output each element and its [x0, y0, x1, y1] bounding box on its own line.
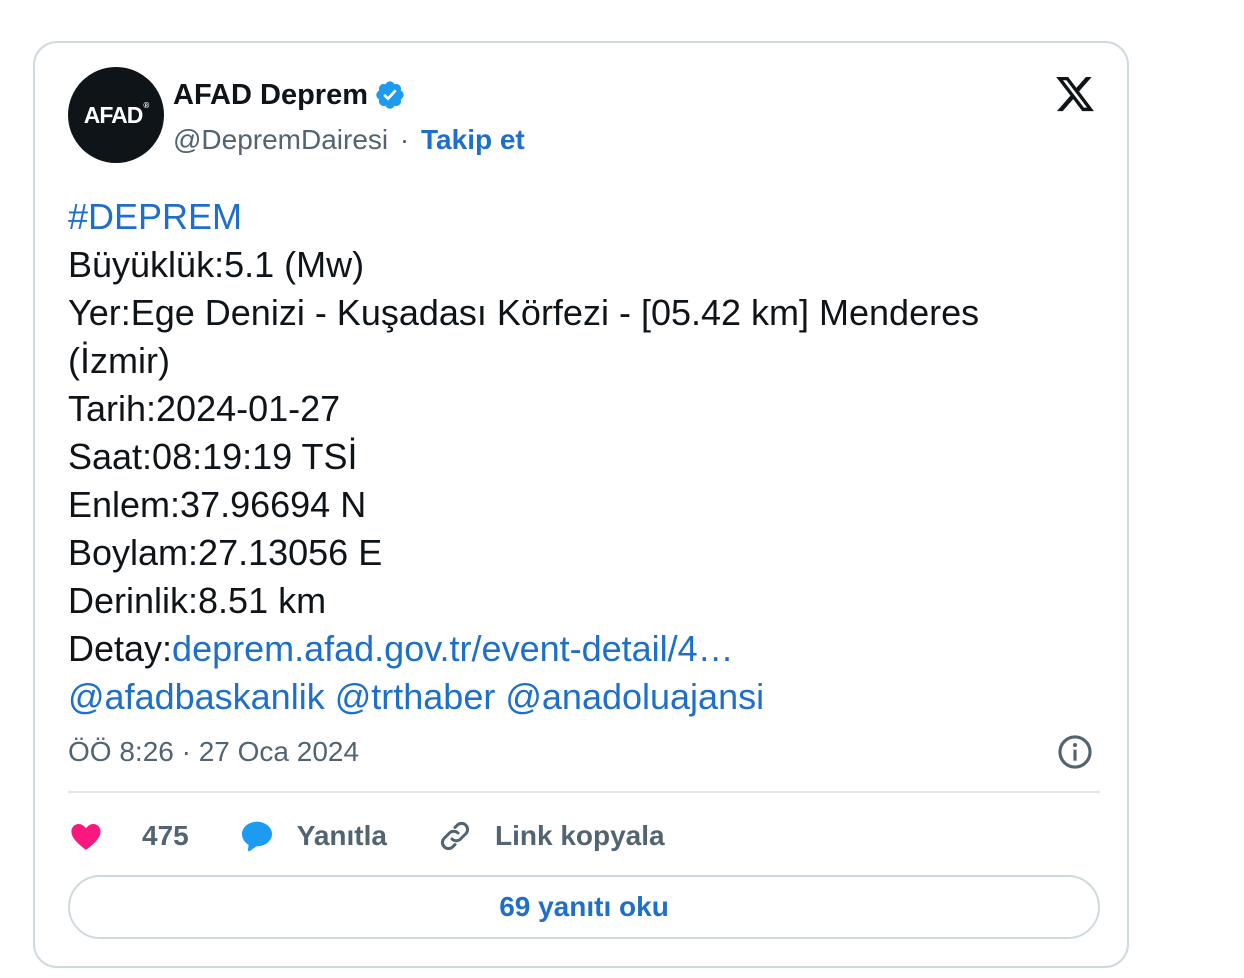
read-replies-label: 69 yanıtı oku — [499, 891, 669, 922]
avatar-registered-mark: ® — [143, 100, 150, 110]
avatar-text: AFAD — [83, 101, 144, 128]
follow-link[interactable]: Takip et — [421, 124, 525, 155]
x-logo-icon[interactable] — [1053, 73, 1097, 115]
mention-link[interactable]: @afadbaskanlik — [68, 676, 325, 717]
read-replies-button[interactable]: 69 yanıtı oku — [68, 875, 1100, 939]
tweet-text: #DEPREM Büyüklük:5.1 (Mw) Yer:Ege Denizi… — [68, 193, 1088, 721]
mention-link[interactable]: @trthaber — [335, 676, 496, 717]
action-bar: 475 Yanıtla Link kopyala — [68, 813, 715, 859]
copy-link-button[interactable]: Link kopyala — [437, 818, 665, 854]
likes-count: 475 — [142, 820, 189, 851]
time-line: Saat:08:19:19 TSİ — [68, 436, 358, 477]
like-button[interactable]: 475 — [68, 819, 189, 853]
hashtag-link[interactable]: #DEPREM — [68, 196, 242, 237]
detail-link[interactable]: deprem.afad.gov.tr/event-detail/4… — [172, 628, 734, 669]
mention-link[interactable]: @anadoluajansi — [505, 676, 764, 717]
copy-link-label: Link kopyala — [494, 820, 665, 851]
reply-button[interactable]: Yanıtla — [239, 818, 387, 854]
handle[interactable]: @DepremDairesi — [173, 124, 388, 155]
longitude-line: Boylam:27.13056 E — [68, 532, 383, 573]
handle-row: @DepremDairesi · Takip et — [173, 123, 525, 157]
depth-line: Derinlik:8.51 km — [68, 580, 327, 621]
tweet-embed-card: AFAD ® AFAD Deprem @DepremDairesi · Takip… — [33, 41, 1129, 968]
date-line: Tarih:2024-01-27 — [68, 388, 341, 429]
magnitude-line: Büyüklük:5.1 (Mw) — [68, 244, 365, 285]
verified-badge-icon — [376, 81, 404, 109]
avatar[interactable]: AFAD ® — [68, 67, 164, 163]
author-name-row: AFAD Deprem — [173, 77, 406, 113]
separator-dot: · — [399, 124, 410, 155]
reply-label: Yanıtla — [296, 820, 387, 851]
tweet-timestamp[interactable]: ÖÖ 8:26 · 27 Oca 2024 — [68, 735, 359, 769]
divider — [68, 791, 1100, 793]
reply-bubble-icon — [241, 821, 272, 852]
latitude-line: Enlem:37.96694 N — [68, 484, 367, 525]
info-icon[interactable] — [1056, 733, 1094, 771]
display-name[interactable]: AFAD Deprem — [173, 77, 368, 113]
detail-label: Detay: — [68, 628, 173, 669]
location-line: Yer:Ege Denizi - Kuşadası Körfezi - [05.… — [68, 292, 980, 381]
link-icon — [440, 822, 469, 850]
heart-icon — [71, 823, 101, 850]
